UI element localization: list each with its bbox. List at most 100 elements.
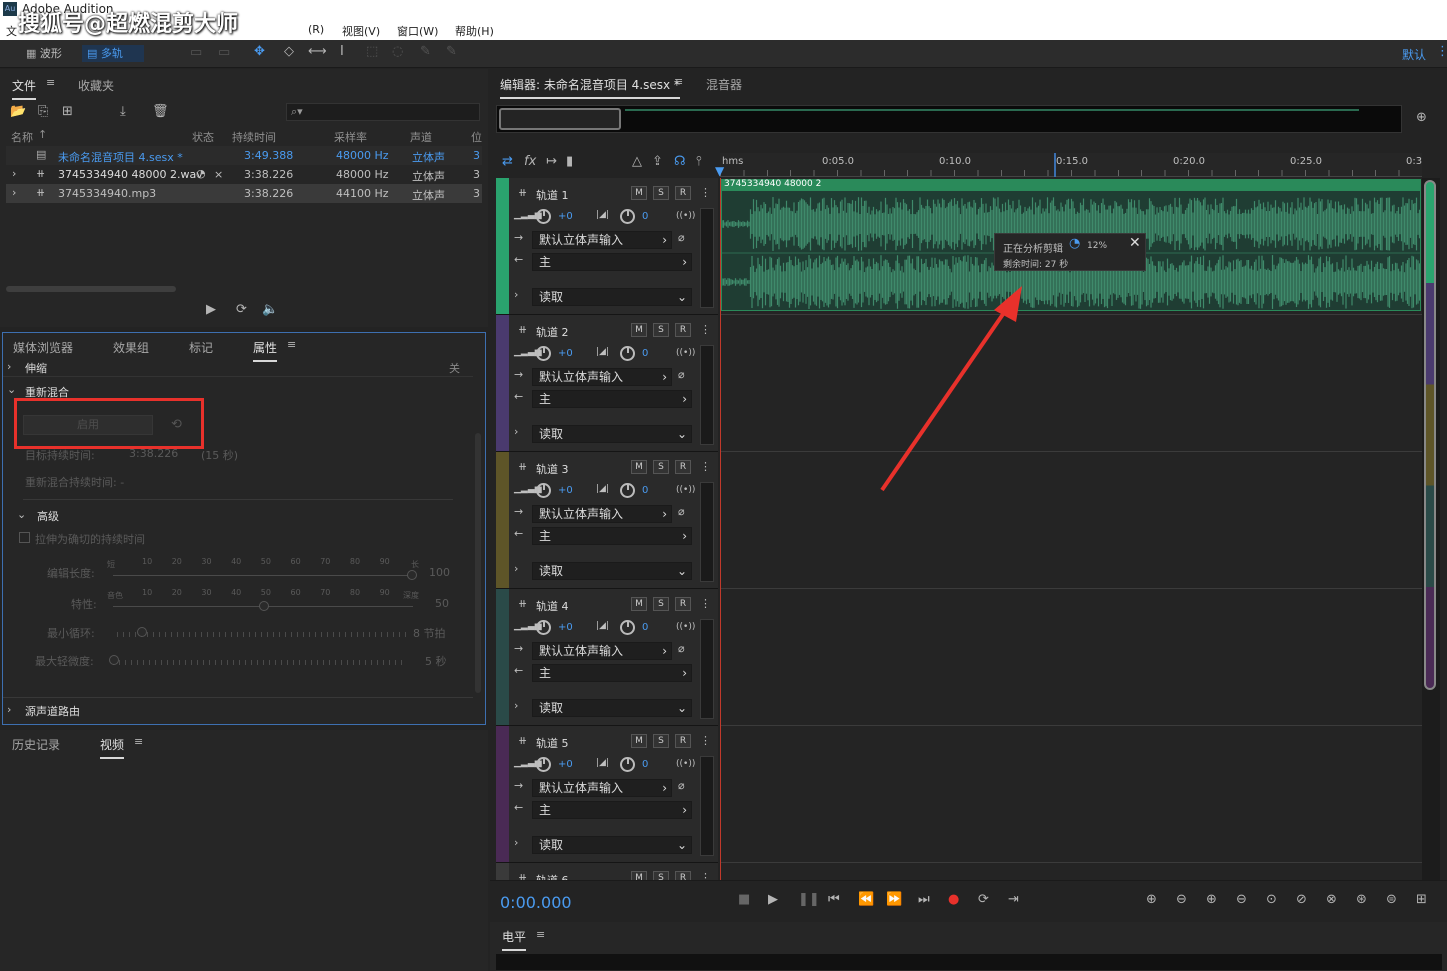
polarity-icon[interactable]: ⌀ xyxy=(678,642,685,655)
stop-icon[interactable]: ■ xyxy=(738,893,750,907)
tab-markers[interactable]: 标记 xyxy=(189,339,213,356)
edit-length-knob[interactable] xyxy=(407,570,417,580)
tab-media-browser[interactable]: 媒体浏览器 xyxy=(13,339,73,356)
file-row[interactable]: ▤ 未命名混音项目 4.sesx * 3:49.388 48000 Hz 立体声… xyxy=(6,146,482,165)
toggle-switch-icon[interactable]: ⇄ xyxy=(502,155,513,169)
zoom-in-time-icon[interactable]: ⊕ xyxy=(1206,893,1217,907)
move-tool-icon[interactable]: ✥ xyxy=(254,45,265,59)
track-header[interactable]: ⧺ 轨道 3 M S R ⋮ ▁▂▃▅ +0 |◢| 0 ((•)) → 默认立体声输入 › ⌀ ← 主 › › 读取… xyxy=(496,452,718,589)
zoom-full-icon[interactable]: ⊙ xyxy=(1266,893,1277,907)
output-select[interactable]: 主 › xyxy=(532,253,692,271)
column-rate[interactable]: 采样率 xyxy=(334,129,367,145)
marquee-icon[interactable]: ⬚ xyxy=(366,45,378,59)
mute-button[interactable]: M xyxy=(631,734,647,748)
volume-knob[interactable] xyxy=(536,757,551,772)
lasso-icon[interactable]: ◌ xyxy=(392,45,403,59)
polarity-icon[interactable]: ⌀ xyxy=(678,368,685,381)
time-ruler[interactable]: hms 0:05.0 0:10.0 0:15.0 0:20.0 0:25.0 0… xyxy=(715,153,1422,178)
healing-icon[interactable]: ✎ xyxy=(446,45,457,59)
track-header[interactable]: ⧺ 轨道 1 M S R ⋮ ▁▂▃▅ +0 |◢| 0 ((•)) → 默认立体声输入 › ⌀ ← 主 › › 读取… xyxy=(496,178,718,315)
zoom-out-point-icon[interactable]: ⊛ xyxy=(1356,893,1367,907)
props-scrollbar[interactable] xyxy=(475,433,481,693)
solo-button[interactable]: S xyxy=(653,186,669,200)
fx-icon[interactable]: fx xyxy=(524,155,536,169)
mute-button[interactable]: M xyxy=(631,460,647,474)
razor-tool-icon[interactable]: ◇ xyxy=(284,45,294,59)
min-loop-slider[interactable] xyxy=(117,632,407,637)
file-list-scrollbar[interactable] xyxy=(6,286,176,292)
track-name[interactable]: 轨道 3 xyxy=(536,461,569,477)
min-loop-knob[interactable] xyxy=(137,627,147,637)
overview-viewport[interactable] xyxy=(499,108,621,130)
tab-mixer[interactable]: 混音器 xyxy=(706,76,742,93)
stereo-icon[interactable]: ((•)) xyxy=(676,485,695,495)
panel-menu-icon[interactable]: ≡ xyxy=(287,338,296,352)
tab-history[interactable]: 历史记录 xyxy=(12,736,60,753)
skip-selection-icon[interactable]: ⇥ xyxy=(1008,893,1019,907)
stretch-value[interactable]: 关 xyxy=(449,360,460,376)
menu-item-multitrack[interactable]: (R) xyxy=(308,23,324,36)
track-menu-icon[interactable]: ⋮ xyxy=(700,323,711,336)
mute-button[interactable]: M xyxy=(631,323,647,337)
track-lane[interactable] xyxy=(720,726,1422,863)
sends-icon[interactable]: ↦ xyxy=(546,155,557,169)
scroll-thumb[interactable] xyxy=(1424,180,1436,690)
pan-knob[interactable] xyxy=(620,620,635,635)
stereo-icon[interactable]: ((•)) xyxy=(676,622,695,632)
loop-icon[interactable]: ⟳ xyxy=(236,303,247,317)
waveform-view-button[interactable]: ▦ 波形 xyxy=(22,45,66,62)
record-arm-button[interactable]: R xyxy=(675,186,691,200)
metronome-icon[interactable]: △ xyxy=(632,155,642,169)
workspace-default[interactable]: 默认 xyxy=(1402,46,1426,63)
zoom-playhead-icon[interactable]: ⊜ xyxy=(1386,893,1397,907)
track-header[interactable]: ⧺ 轨道 5 M S R ⋮ ▁▂▃▅ +0 |◢| 0 ((•)) → 默认立体声输入 › ⌀ ← 主 › › 读取… xyxy=(496,726,718,863)
column-name[interactable]: 名称 xyxy=(11,129,33,145)
track-name[interactable]: 轨道 1 xyxy=(536,187,569,203)
track-lane[interactable] xyxy=(720,589,1422,726)
stereo-icon[interactable]: ((•)) xyxy=(676,211,695,221)
output-select[interactable]: 主 › xyxy=(532,390,692,408)
edit-length-slider[interactable] xyxy=(113,575,413,576)
track-header[interactable]: ⧺轨道 6MSR⋮▁▂▃▅|◢|((•))→›⌀←››⌄ xyxy=(496,863,718,881)
track-menu-icon[interactable]: ⋮ xyxy=(700,186,711,199)
expand-icon[interactable]: › xyxy=(514,699,518,712)
rewind-icon[interactable]: ⏪ xyxy=(858,893,874,907)
solo-button[interactable]: S xyxy=(653,597,669,611)
mute-button[interactable]: M xyxy=(631,186,647,200)
track-scrollbar[interactable] xyxy=(1422,178,1440,883)
headphones-icon[interactable]: ☊ xyxy=(674,155,686,169)
output-select[interactable]: 主 › xyxy=(532,527,692,545)
zoom-in-amplitude-icon[interactable]: ⊕ xyxy=(1146,893,1157,907)
skip-end-icon[interactable]: ⏭ xyxy=(918,893,930,907)
solo-button[interactable]: S xyxy=(653,460,669,474)
track-menu-icon[interactable]: ⋮ xyxy=(700,734,711,747)
tab-favorites[interactable]: 收藏夹 xyxy=(78,77,114,94)
pin-icon[interactable]: ⫯ xyxy=(696,155,702,169)
menu-item-view[interactable]: 视图(V) xyxy=(342,23,380,39)
panel-menu-icon[interactable]: ≡ xyxy=(536,928,545,942)
track-lane[interactable] xyxy=(720,315,1422,452)
pan-value[interactable]: 0 xyxy=(642,211,648,222)
panel-menu-icon[interactable]: ≡ xyxy=(674,75,683,89)
pan-knob[interactable] xyxy=(620,757,635,772)
tab-levels[interactable]: 电平 xyxy=(502,928,527,951)
input-select[interactable]: 默认立体声输入 › xyxy=(532,642,672,660)
input-select[interactable]: 默认立体声输入 › xyxy=(532,368,672,386)
volume-value[interactable]: +0 xyxy=(558,485,573,496)
volume-knob[interactable] xyxy=(536,346,551,361)
output-select[interactable]: 主 › xyxy=(532,664,692,682)
tab-properties[interactable]: 属性 xyxy=(253,339,278,362)
time-select-icon[interactable]: I xyxy=(340,45,344,59)
zoom-selection-icon[interactable]: ⊘ xyxy=(1296,893,1307,907)
open-file-icon[interactable]: 📂 xyxy=(10,105,26,119)
track-menu-icon[interactable]: ⋮ xyxy=(700,597,711,610)
volume-knob[interactable] xyxy=(536,483,551,498)
track-header[interactable]: ⧺ 轨道 4 M S R ⋮ ▁▂▃▅ +0 |◢| 0 ((•)) → 默认立体声输入 › ⌀ ← 主 › › 读取… xyxy=(496,589,718,726)
autoplay-icon[interactable]: 🔈 xyxy=(262,303,278,317)
max-deviation-knob[interactable] xyxy=(109,655,119,665)
track-menu-icon[interactable]: ⋮ xyxy=(700,460,711,473)
playhead-marker[interactable]: ▼ xyxy=(715,164,724,178)
new-file-icon[interactable]: ⊞ xyxy=(62,105,73,119)
expand-icon[interactable]: › xyxy=(514,836,518,849)
tab-video[interactable]: 视频 xyxy=(100,736,125,759)
